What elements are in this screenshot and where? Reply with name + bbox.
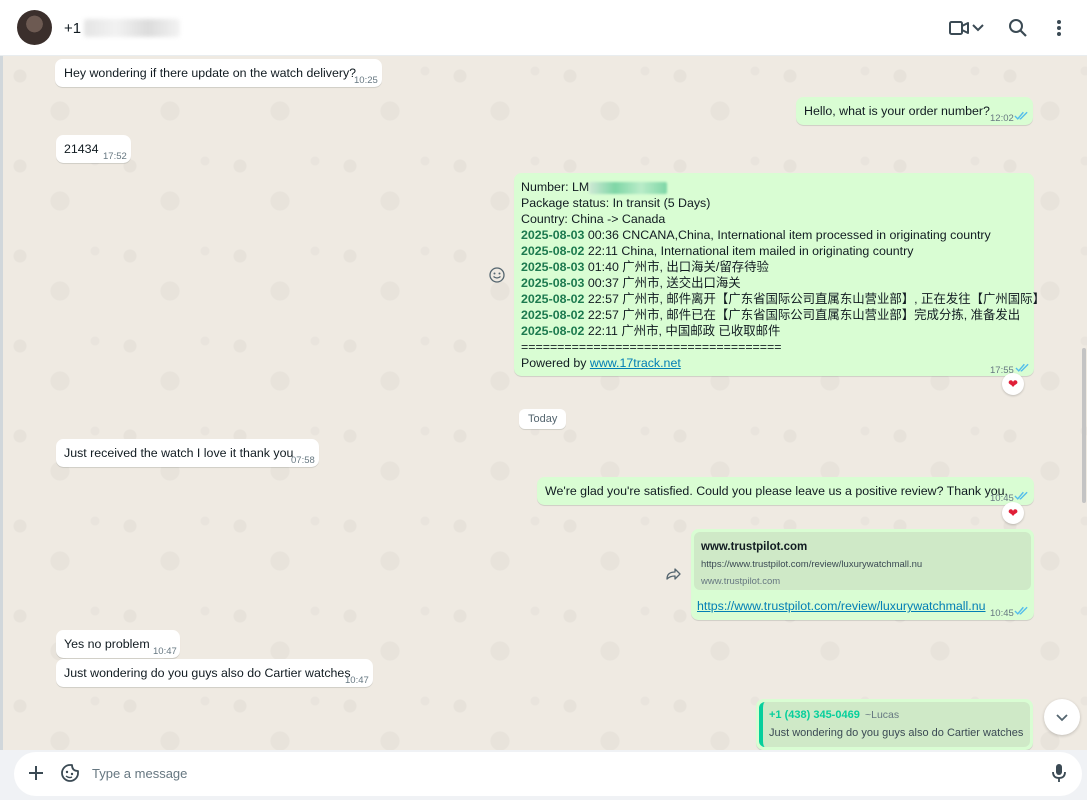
heart-reaction-icon[interactable]: ❤: [1002, 502, 1024, 524]
message-bubble-outgoing[interactable]: Hello, what is your order number? 12:02: [796, 97, 1033, 125]
message-bubble-outgoing-reply[interactable]: +1 (438) 345-0469 ~Lucas Just wondering …: [756, 699, 1033, 750]
event-date: 2025-08-03: [521, 260, 585, 274]
video-call-icon[interactable]: [947, 16, 971, 40]
event-date: 2025-08-03: [521, 276, 585, 290]
tracking-country: Country: China -> Canada: [521, 212, 666, 226]
message-time: 10:47: [345, 675, 369, 686]
menu-icon[interactable]: [1050, 16, 1068, 40]
preview-url: https://www.trustpilot.com/review/luxury…: [701, 559, 923, 570]
message-text: Just wondering do you guys also do Carti…: [64, 666, 351, 680]
message-bubble-outgoing-link[interactable]: www.trustpilot.com https://www.trustpilo…: [691, 529, 1034, 620]
quoted-message[interactable]: +1 (438) 345-0469 ~Lucas Just wondering …: [759, 702, 1030, 747]
avatar[interactable]: [17, 10, 52, 45]
chat-header: +1: [0, 0, 1087, 56]
read-ticks-icon: [1014, 491, 1028, 500]
message-text: Just received the watch I love it thank …: [64, 446, 294, 460]
message-text: Hello, what is your order number?: [804, 104, 990, 118]
contact-name[interactable]: +1: [64, 20, 81, 37]
powered-by-label: Powered by: [521, 356, 590, 370]
read-ticks-icon: [1015, 363, 1029, 372]
tracking-event: 2025-08-03 00:37 广州市, 送交出口海关: [521, 275, 1045, 291]
message-time: 12:02: [990, 113, 1014, 124]
message-text: 21434: [64, 142, 99, 156]
event-date: 2025-08-02: [521, 324, 585, 338]
message-bubble-outgoing[interactable]: We're glad you're satisfied. Could you p…: [537, 477, 1034, 505]
message-bubble-incoming[interactable]: 21434 17:52: [56, 135, 131, 163]
message-time: 10:45: [990, 608, 1014, 619]
event-date: 2025-08-02: [521, 244, 585, 258]
message-time: 07:58: [291, 455, 315, 466]
contact-name-redacted: [84, 19, 180, 37]
chevron-down-icon: [1056, 714, 1068, 722]
message-bubble-incoming[interactable]: Hey wondering if there update on the wat…: [55, 59, 382, 87]
tracking-event: 2025-08-02 22:57 广州市, 邮件离开【广东省国际公司直属东山营业…: [521, 291, 1045, 307]
chevron-down-icon[interactable]: [970, 16, 986, 40]
tracking-event: 2025-08-02 22:11 China, International it…: [521, 243, 1045, 259]
tracking-number-redacted: [589, 181, 668, 194]
message-bubble-incoming[interactable]: Just received the watch I love it thank …: [56, 439, 319, 467]
message-link[interactable]: https://www.trustpilot.com/review/luxury…: [697, 598, 986, 614]
event-text: 22:11 广州市, 中国邮政 已收取邮件: [587, 324, 781, 338]
tracking-number: Number: LM: [521, 180, 590, 194]
message-bubble-incoming[interactable]: Just wondering do you guys also do Carti…: [56, 659, 373, 687]
sticker-emoji-icon[interactable]: [59, 762, 81, 784]
message-text: Hey wondering if there update on the wat…: [64, 66, 357, 80]
preview-title: www.trustpilot.com: [701, 541, 808, 553]
attach-plus-icon[interactable]: [26, 763, 46, 783]
event-text: 00:36 CNCANA,China, International item p…: [587, 228, 991, 242]
quoted-sender: +1 (438) 345-0469: [769, 709, 860, 721]
event-text: 00:37 广州市, 送交出口海关: [587, 276, 741, 290]
emoji-react-icon[interactable]: [486, 264, 508, 286]
message-bubble-outgoing-tracking[interactable]: Number: LM Package status: In transit (5…: [514, 173, 1045, 376]
message-bubble-incoming[interactable]: Yes no problem 10:47: [56, 630, 180, 658]
date-separator: Today: [519, 409, 567, 429]
message-time: 10:47: [153, 646, 177, 657]
scrollbar[interactable]: [1081, 56, 1087, 750]
event-date: 2025-08-02: [521, 292, 585, 306]
scroll-to-bottom-button[interactable]: [1044, 699, 1080, 735]
event-date: 2025-08-02: [521, 308, 585, 322]
tracking-divider: ====================================: [521, 340, 782, 354]
read-ticks-icon: [1014, 606, 1028, 615]
message-text: We're glad you're satisfied. Could you p…: [545, 484, 1008, 498]
heart-reaction-icon[interactable]: ❤: [1002, 373, 1024, 395]
event-text: 22:57 广州市, 邮件离开【广东省国际公司直属东山营业部】, 正在发往【广州…: [587, 292, 1045, 306]
message-text: Yes no problem: [64, 637, 150, 651]
tracking-details: Number: LM Package status: In transit (5…: [521, 179, 1045, 371]
message-input-placeholder: Type a message: [92, 766, 188, 781]
tracking-event: 2025-08-02 22:11 广州市, 中国邮政 已收取邮件: [521, 323, 1045, 339]
tracking-event: 2025-08-02 22:57 广州市, 邮件已在【广东省国际公司直属东山营业…: [521, 307, 1045, 323]
tracking-event: 2025-08-03 00:36 CNCANA,China, Internati…: [521, 227, 1045, 243]
scrollbar-thumb[interactable]: [1082, 348, 1086, 503]
microphone-icon[interactable]: [1049, 762, 1069, 784]
tracking-link[interactable]: www.17track.net: [590, 356, 681, 370]
message-time: 10:25: [354, 75, 378, 86]
tracking-event: 2025-08-03 01:40 广州市, 出口海关/留存待验: [521, 259, 1045, 275]
event-text: 22:57 广州市, 邮件已在【广东省国际公司直属东山营业部】完成分拣, 准备发…: [587, 308, 1021, 322]
read-ticks-icon: [1014, 111, 1028, 120]
forward-icon[interactable]: [662, 563, 684, 585]
quoted-text: Just wondering do you guys also do Carti…: [769, 727, 1024, 739]
event-date: 2025-08-03: [521, 228, 585, 242]
panel-divider: [0, 56, 3, 750]
tracking-status: Package status: In transit (5 Days): [521, 196, 711, 210]
event-text: 01:40 广州市, 出口海关/留存待验: [587, 260, 769, 274]
quoted-sender-name: ~Lucas: [865, 709, 900, 721]
event-text: 22:11 China, International item mailed i…: [587, 244, 914, 258]
link-preview-card[interactable]: www.trustpilot.com https://www.trustpilo…: [694, 532, 1031, 590]
message-time: 17:52: [103, 151, 127, 162]
search-icon[interactable]: [1006, 16, 1030, 40]
preview-domain: www.trustpilot.com: [701, 576, 781, 587]
